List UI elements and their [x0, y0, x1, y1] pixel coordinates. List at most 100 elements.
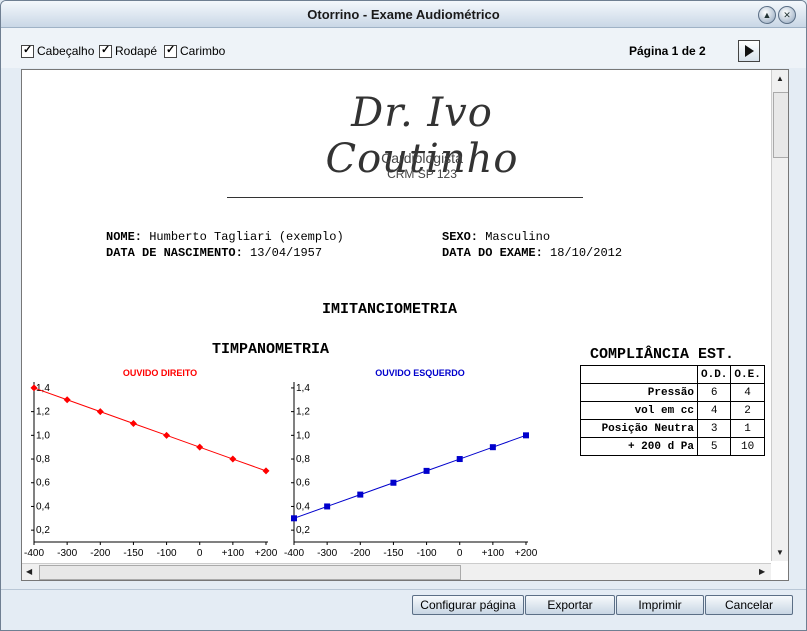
check-icon: ✓ [166, 43, 176, 56]
vertical-scrollbar[interactable]: ▲ ▼ [771, 70, 788, 561]
checkbox-rodape[interactable]: ✓ Rodapé [99, 44, 157, 58]
data-point [523, 432, 529, 439]
x-tick-label: -400 [24, 548, 44, 559]
y-tick-label: 0,4 [296, 501, 310, 512]
oe-value: 1 [730, 419, 765, 438]
x-tick-label: -200 [350, 548, 370, 559]
scroll-right-icon[interactable]: ▶ [759, 567, 765, 576]
exam-date: DATA DO EXAME: 18/10/2012 [442, 246, 622, 260]
checkbox-box[interactable]: ✓ [164, 43, 177, 58]
data-point [63, 396, 71, 404]
x-tick-label: -150 [123, 548, 143, 559]
data-point [229, 455, 237, 463]
y-tick-label: 0,2 [296, 525, 310, 536]
row-label: vol em cc [580, 401, 698, 420]
oe-value: 2 [730, 401, 765, 420]
birth-value: 13/04/1957 [250, 246, 323, 260]
tympanometry-title: TIMPANOMETRIA [212, 341, 330, 358]
right-ear-chart: OUVIDO DIREITO 0,2 0,4 0,6 0,8 1,0 1,2 1,4 -400 -… [24, 368, 278, 559]
oe-value: 4 [730, 383, 765, 402]
y-tick-label: 1,2 [296, 407, 310, 418]
x-tick-label: 0 [457, 548, 463, 559]
y-tick-label: 0,4 [36, 501, 50, 512]
x-tick-label: -400 [284, 548, 304, 559]
scroll-up-icon[interactable]: ▲ [776, 74, 784, 83]
row-label: Pressão [580, 383, 698, 402]
x-tick-label: -300 [317, 548, 337, 559]
left-ear-chart: OUVIDO ESQUERDO 0,2 0,4 0,6 0,8 1,0 1,2 1,4 -400… [284, 368, 538, 559]
compliance-title: COMPLIÂNCIA EST. [590, 346, 735, 363]
x-tick-label: -100 [157, 548, 177, 559]
document-viewport[interactable]: Dr. Ivo Coutinho Cardiologista CRM SP 12… [21, 69, 789, 581]
x-tick-label: 0 [197, 548, 203, 559]
cancel-button[interactable]: Cancelar [705, 595, 793, 615]
patient-sex: SEXO: Masculino [442, 230, 550, 244]
y-tick-label: 0,2 [36, 525, 50, 536]
scroll-down-icon[interactable]: ▼ [776, 548, 784, 557]
checkbox-carimbo[interactable]: ✓ Carimbo [164, 44, 225, 58]
section-title: IMITANCIOMETRIA [322, 301, 458, 318]
page-indicator: Página 1 de 2 [629, 44, 706, 58]
od-value: 4 [696, 401, 732, 420]
scroll-thumb[interactable] [39, 565, 461, 580]
print-button[interactable]: Imprimir [616, 595, 704, 615]
table-row: vol em cc 4 2 [580, 401, 765, 420]
horizontal-scrollbar[interactable]: ◀ ▶ [22, 563, 771, 580]
x-tick-label: +200 [255, 548, 278, 559]
scroll-left-icon[interactable]: ◀ [26, 567, 32, 576]
y-tick-label: 0,6 [296, 478, 310, 489]
table-header-row: O.D. O.E. [580, 365, 765, 384]
y-tick-label: 1,4 [36, 383, 50, 394]
od-value: 3 [696, 419, 732, 438]
birth-label: DATA DE NASCIMENTO: [106, 246, 243, 260]
document-page: Dr. Ivo Coutinho Cardiologista CRM SP 12… [22, 70, 771, 561]
close-icon[interactable]: ✕ [778, 6, 796, 24]
button-bar: Configurar página Exportar Imprimir Canc… [1, 589, 806, 630]
checkbox-label: Carimbo [180, 44, 226, 58]
table-row: Posição Neutra 3 1 [580, 419, 765, 438]
row-label: Posição Neutra [580, 419, 698, 438]
y-tick-label: 1,0 [36, 430, 50, 441]
scroll-thumb[interactable] [773, 92, 788, 158]
data-point [423, 467, 430, 474]
data-point [129, 419, 137, 427]
y-tick-label: 1,0 [296, 430, 310, 441]
x-tick-label: -200 [90, 548, 110, 559]
checkbox-box[interactable]: ✓ [21, 44, 34, 58]
y-tick-label: 0,6 [36, 478, 50, 489]
minimize-icon[interactable]: ▲ [758, 6, 776, 24]
title-bar: Otorrino - Exame Audiométrico ▲ ✕ [1, 1, 806, 28]
header-divider [227, 197, 583, 198]
patient-birth-date: DATA DE NASCIMENTO: 13/04/1957 [106, 246, 322, 260]
next-page-button[interactable] [738, 40, 760, 62]
data-point [96, 408, 104, 416]
header-cell: O.D. [696, 365, 732, 384]
name-label: NOME: [106, 230, 143, 244]
sex-label: SEXO: [442, 230, 479, 244]
configure-page-button[interactable]: Configurar página [412, 595, 524, 615]
check-icon: ✓ [101, 43, 111, 56]
window-title: Otorrino - Exame Audiométrico [307, 7, 500, 22]
play-icon [745, 45, 754, 57]
data-point [489, 444, 496, 451]
header-cell: O.E. [730, 365, 765, 384]
compliance-table: O.D. O.E. Pressão 6 4 vol em cc 4 2 Posi… [580, 365, 765, 456]
checkbox-label: Cabeçalho [37, 44, 95, 58]
od-value: 5 [696, 437, 732, 456]
data-point [196, 443, 204, 451]
checkbox-label: Rodapé [115, 44, 158, 58]
od-value: 6 [696, 383, 732, 402]
checkbox-cabecalho[interactable]: ✓ Cabeçalho [21, 44, 94, 58]
y-tick-label: 0,8 [296, 454, 310, 465]
x-tick-label: +200 [515, 548, 538, 559]
table-row: Pressão 6 4 [580, 383, 765, 402]
doctor-crm: CRM SP 123 [387, 167, 457, 181]
x-tick-label: +100 [482, 548, 505, 559]
chart-title: OUVIDO DIREITO [123, 368, 197, 378]
toolbar: ✓ Cabeçalho ✓ Rodapé ✓ Carimbo Página 1 … [1, 28, 806, 68]
name-value: Humberto Tagliari (exemplo) [149, 230, 344, 244]
data-point [390, 479, 397, 486]
patient-name: NOME: Humberto Tagliari (exemplo) [106, 230, 344, 244]
checkbox-box[interactable]: ✓ [99, 43, 112, 58]
export-button[interactable]: Exportar [525, 595, 615, 615]
